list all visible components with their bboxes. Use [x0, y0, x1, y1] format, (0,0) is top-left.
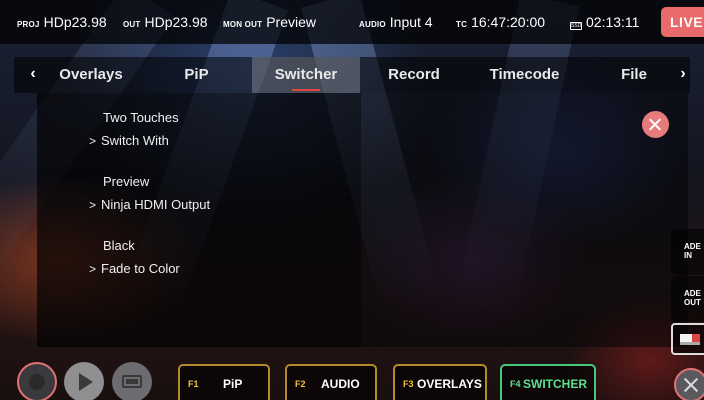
- ssd-remaining[interactable]: SSD 02:13:11: [570, 14, 639, 30]
- audio-input[interactable]: AUDIO Input 4: [359, 14, 433, 30]
- output-format[interactable]: OUT HDp23.98: [123, 14, 208, 30]
- record-button[interactable]: [17, 362, 57, 400]
- out-label: OUT: [123, 20, 141, 29]
- record-icon: [29, 374, 45, 390]
- setting-heading: Two Touches: [103, 110, 179, 125]
- setting-heading: Preview: [103, 174, 150, 189]
- setting-heading: Black: [103, 238, 135, 253]
- setting-two-touches: Two Touches > Switch With: [37, 107, 361, 153]
- setting-value-button[interactable]: > Switch With: [37, 129, 361, 153]
- status-bar: PROJ HDp23.98 OUT HDp23.98 MON OUT Previ…: [0, 0, 704, 44]
- proj-label: PROJ: [17, 20, 40, 29]
- fkey-label: SWITCHER: [523, 377, 587, 391]
- play-icon: [79, 373, 93, 391]
- ssd-icon: SSD: [570, 22, 582, 30]
- fkey-number: F4: [510, 379, 521, 389]
- audio-value: Input 4: [389, 14, 433, 30]
- chevron-right-icon: >: [89, 134, 97, 148]
- setting-value-button[interactable]: > Ninja HDMI Output: [37, 193, 361, 217]
- fade-in-label: ADE: [684, 242, 701, 251]
- monitor-button[interactable]: [112, 362, 152, 400]
- layout-thumbnail-button[interactable]: [671, 323, 704, 355]
- tab-timecode[interactable]: Timecode: [472, 57, 577, 93]
- timecode[interactable]: TC 16:47:20:00: [456, 14, 545, 30]
- tc-value: 16:47:20:00: [471, 14, 546, 30]
- setting-value-button[interactable]: > Fade to Color: [37, 257, 361, 281]
- fade-out-label-2: OUT: [684, 298, 701, 307]
- setting-value: Fade to Color: [101, 261, 180, 276]
- fade-out-button[interactable]: ADE OUT: [671, 276, 704, 322]
- monitor-output[interactable]: MON OUT Preview: [223, 14, 316, 30]
- monout-value: Preview: [266, 14, 316, 30]
- tc-label: TC: [456, 20, 468, 29]
- fkey-label: OVERLAYS: [417, 377, 482, 391]
- tab-file[interactable]: File: [604, 57, 664, 93]
- fade-in-button[interactable]: ADE IN: [671, 229, 704, 275]
- fkey-label: AUDIO: [321, 377, 360, 391]
- f4-switcher-button[interactable]: F4 SWITCHER: [500, 364, 596, 400]
- setting-black: Black > Fade to Color: [37, 235, 361, 281]
- setting-value: Switch With: [101, 133, 169, 148]
- monout-label: MON OUT: [223, 20, 263, 29]
- project-format[interactable]: PROJ HDp23.98: [17, 14, 107, 30]
- proj-value: HDp23.98: [43, 14, 107, 30]
- setting-value: Ninja HDMI Output: [101, 197, 211, 212]
- close-icon[interactable]: [642, 111, 669, 138]
- chevron-left-icon[interactable]: ‹: [18, 57, 48, 93]
- fkey-label: PiP: [223, 377, 243, 391]
- chevron-right-icon: >: [89, 198, 97, 212]
- tab-record[interactable]: Record: [369, 57, 459, 93]
- tab-bar: ‹ Overlays PiP Switcher Record Timecode …: [14, 57, 690, 93]
- f2-audio-button[interactable]: F2 AUDIO: [285, 364, 377, 400]
- ssd-value: 02:13:11: [586, 14, 640, 30]
- tab-switcher[interactable]: Switcher: [252, 57, 360, 93]
- out-value: HDp23.98: [144, 14, 208, 30]
- chevron-right-icon[interactable]: ›: [674, 57, 692, 93]
- f1-pip-button[interactable]: F1 PiP: [178, 364, 270, 400]
- f3-overlays-button[interactable]: F3 OVERLAYS: [393, 364, 487, 400]
- fade-out-label: ADE: [684, 289, 701, 298]
- tab-pip[interactable]: PiP: [154, 57, 239, 93]
- fade-in-label-2: IN: [684, 251, 692, 260]
- audio-label: AUDIO: [359, 20, 386, 29]
- close-icon[interactable]: [674, 368, 704, 400]
- setting-preview: Preview > Ninja HDMI Output: [37, 171, 361, 217]
- fkey-number: F2: [295, 379, 306, 389]
- fkey-number: F1: [188, 379, 199, 389]
- monitor-icon: [122, 375, 142, 388]
- fkey-number: F3: [403, 379, 414, 389]
- chevron-right-icon: >: [89, 262, 97, 276]
- tab-overlays[interactable]: Overlays: [46, 57, 136, 93]
- play-button[interactable]: [64, 362, 104, 400]
- live-button[interactable]: LIVE: [661, 7, 704, 37]
